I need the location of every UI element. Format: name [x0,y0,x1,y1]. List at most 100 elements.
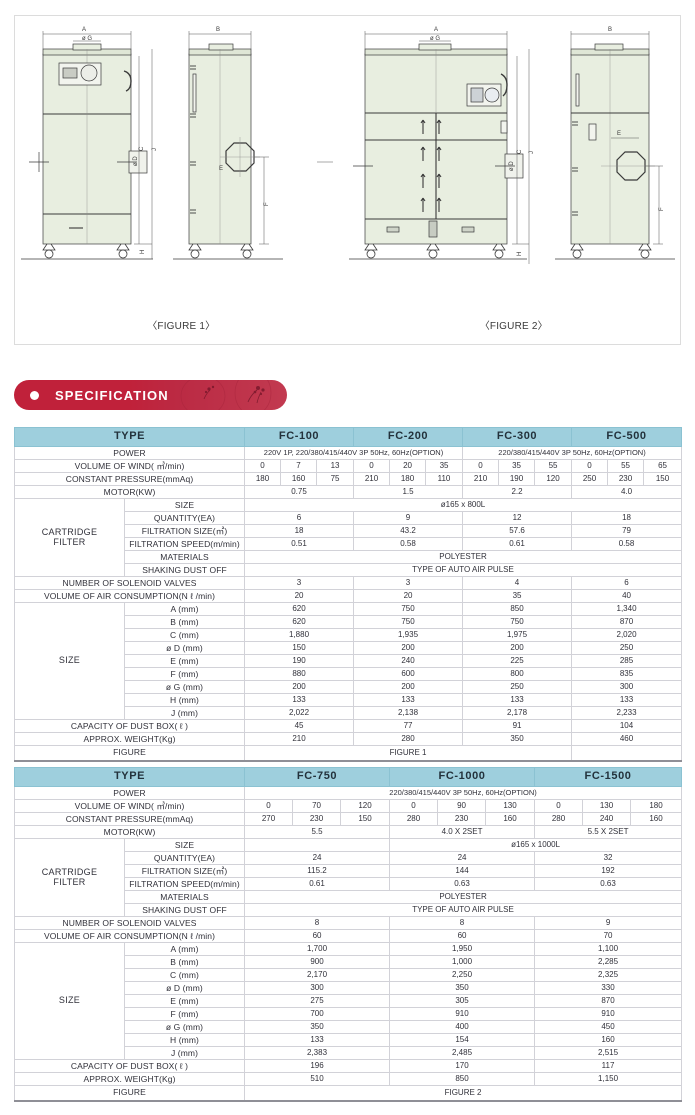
header-model-3: FC-1500 [534,767,683,787]
value-b: 900 [244,955,391,969]
value-pressure: 230 [437,812,487,826]
value-wind: 35 [498,459,536,473]
value-solenoid: 6 [571,576,683,590]
label-materials: MATERIALS [123,890,246,904]
value-filtration-speed: 0.61 [462,537,573,551]
table-row-cartridge-size: CARTRIDGE FILTER SIZE ø165 x 1000L [14,838,683,917]
value-cartridge-size: ø165 x 1000L [389,838,683,852]
value-f: 880 [244,667,355,681]
value-dust-box: 45 [244,719,355,733]
value-h: 133 [244,693,355,707]
label-filtration-speed: FILTRATION SPEED(m/min) [123,537,246,551]
value-pressure: 210 [462,472,500,486]
table-row-weight: APPROX. WEIGHT(Kg) 210 280 350 460 [13,732,683,746]
label-figure: FIGURE [13,745,246,762]
value-solenoid: 4 [462,576,573,590]
label-cartridge-filter: CARTRIDGE FILTER [14,498,125,577]
value-d: 330 [534,981,683,995]
value-h: 133 [571,693,683,707]
label-shaking-dust-off: SHAKING DUST OFF [123,563,246,577]
value-pressure: 110 [425,472,464,486]
value-wind: 70 [292,799,342,813]
value-weight: 850 [389,1072,536,1086]
value-pressure: 270 [244,812,294,826]
label-quantity: QUANTITY(EA) [123,851,246,865]
header-model-1: FC-750 [244,767,391,787]
value-motor: 4.0 [571,485,683,499]
label-d-mm: ø D (mm) [123,641,246,655]
value-g: 250 [462,680,573,694]
value-e: 870 [534,994,683,1008]
value-a: 1,950 [389,942,536,956]
table-row-figure: FIGURE FIGURE 1 [13,745,683,762]
value-c: 2,020 [571,628,683,642]
value-pressure: 250 [571,472,609,486]
value-g: 450 [534,1020,683,1034]
table-row-weight: APPROX. WEIGHT(Kg) 510 850 1,150 [13,1072,683,1086]
value-a: 620 [244,602,355,616]
table-row-constant-pressure: CONSTANT PRESSURE(mmAq) 180 160 75 210 1… [13,472,683,486]
label-h-mm: H (mm) [123,1033,246,1047]
table-row-power: POWER 220/380/415/440V 3P 50Hz, 60Hz(OPT… [13,786,683,800]
value-b: 870 [571,615,683,629]
value-j: 2,485 [389,1046,536,1060]
label-c-mm: C (mm) [123,628,246,642]
value-pressure: 280 [389,812,439,826]
value-f: 910 [389,1007,536,1021]
value-solenoid: 8 [244,916,391,930]
label-power: POWER [13,446,246,460]
dim-label-G: ø G [430,36,440,42]
value-quantity: 6 [244,511,355,525]
specification-table-2: TYPE FC-750 FC-1000 FC-1500 POWER 220/38… [13,767,683,1102]
table-row-air-consumption: VOLUME OF AIR CONSUMPTION(N ℓ /min) 20 2… [13,589,683,603]
value-pressure: 75 [316,472,355,486]
value-b: 620 [244,615,355,629]
dim-label-B: B [608,27,612,33]
table-row-constant-pressure: CONSTANT PRESSURE(mmAq) 270 230 150 280 … [13,812,683,826]
value-quantity: 32 [534,851,683,865]
value-dust-box: 117 [534,1059,683,1073]
value-g: 300 [571,680,683,694]
value-a: 850 [462,602,573,616]
value-wind: 0 [353,459,391,473]
value-filtration-speed: 0.58 [353,537,464,551]
table-row-figure: FIGURE FIGURE 2 [13,1085,683,1102]
header-type: TYPE [13,767,246,787]
label-weight: APPROX. WEIGHT(Kg) [13,1072,246,1086]
label-motor: MOTOR(KW) [13,485,246,499]
value-pressure: 160 [280,472,318,486]
table-row-a: SIZE A (mm) 1,700 1,950 1,100 [14,942,683,1060]
value-f: 835 [571,667,683,681]
value-wind: 7 [280,459,318,473]
value-weight: 510 [244,1072,391,1086]
figure-panel: A ø G B C J ø D H E F 〈FIGURE 1〉 A ø G B… [14,15,681,345]
figure-1-drawing: A ø G B C J ø D H E F [21,27,334,260]
value-wind: 130 [582,799,632,813]
figure-2-cell: A ø G B C J ø D H E F 〈FIGURE 2〉 [348,16,681,344]
label-size-group: SIZE [14,942,125,1060]
value-wind: 0 [244,459,282,473]
value-wind: 90 [437,799,487,813]
value-j: 2,178 [462,706,573,720]
value-filtration-speed: 0.58 [571,537,683,551]
value-pressure: 230 [292,812,342,826]
value-quantity: 9 [353,511,464,525]
value-dust-box: 170 [389,1059,536,1073]
value-a: 1,340 [571,602,683,616]
table-row-power: POWER 220V 1P, 220/380/415/440V 3P 50Hz,… [13,446,683,460]
value-motor: 1.5 [353,485,464,499]
value-filtration-size: 79 [571,524,683,538]
value-b: 2,285 [534,955,683,969]
value-solenoid: 9 [534,916,683,930]
label-filtration-size: FILTRATION SIZE(㎡) [123,524,246,538]
value-motor: 5.5 [244,825,391,839]
value-c: 1,880 [244,628,355,642]
value-air: 20 [244,589,355,603]
label-cartridge-filter: CARTRIDGE FILTER [14,838,125,917]
value-air: 70 [534,929,683,943]
label-size: SIZE [123,498,246,512]
table-row-volume-of-wind: VOLUME OF WIND( ㎥/min) 0 70 120 0 90 130… [13,799,683,813]
value-power-left: 220V 1P, 220/380/415/440V 3P 50Hz, 60Hz(… [244,446,464,460]
value-motor: 0.75 [244,485,355,499]
value-weight: 280 [353,732,464,746]
